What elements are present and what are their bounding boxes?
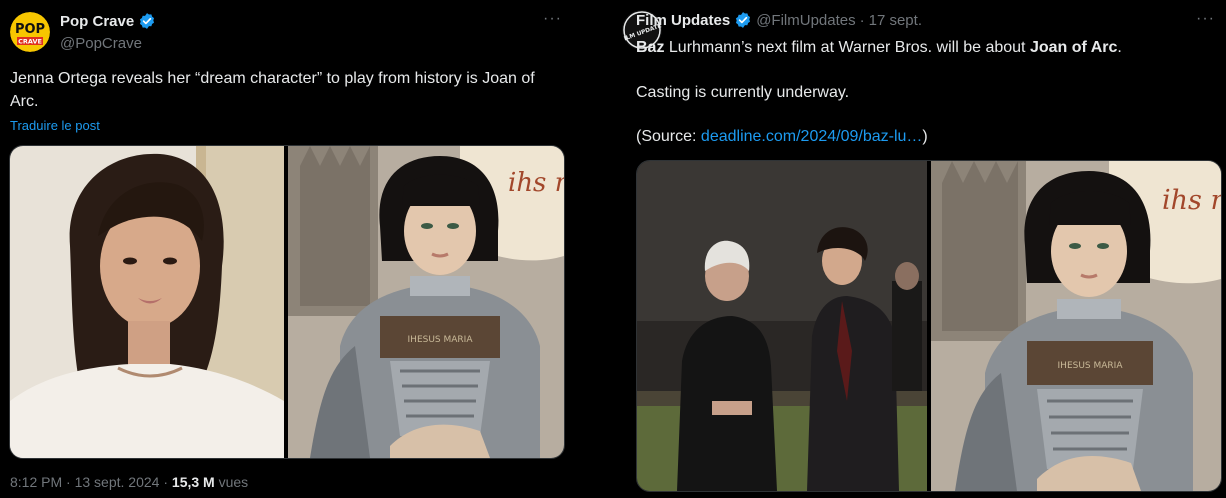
text-segment: ) [922, 128, 928, 145]
media-grid[interactable]: ihs mrie IHESUS MARIA [9, 145, 565, 459]
verified-badge-icon [138, 12, 156, 30]
handle[interactable]: @PopCrave [60, 35, 142, 52]
display-name[interactable]: Pop Crave [60, 13, 134, 30]
armor-inscription: IHESUS MARIA [1058, 361, 1124, 371]
source-link[interactable]: deadline.com/2024/09/baz-lu… [701, 128, 922, 145]
post-date[interactable]: 17 sept. [869, 12, 922, 29]
avatar-text-bottom: CRAVE [18, 38, 42, 46]
more-dots-icon[interactable]: ··· [543, 10, 562, 28]
pop-crave-avatar[interactable]: POP CRAVE [10, 12, 50, 52]
text-segment: . [1117, 39, 1122, 56]
text-segment: Lurhmann’s next film at Warner Bros. wil… [664, 39, 1030, 56]
bold-topic: Joan of Arc [1029, 39, 1118, 56]
author-row: Film Updates @FilmUpdates · 17 sept. [636, 11, 922, 29]
tweet-text-line-1: Baz Lurhmann’s next film at Warner Bros.… [636, 36, 1216, 59]
author-row: Pop Crave [60, 12, 156, 30]
bold-name: Baz [636, 39, 665, 56]
verified-badge-icon [734, 11, 752, 29]
handle[interactable]: @FilmUpdates [756, 12, 855, 29]
translate-post-link[interactable]: Traduire le post [10, 118, 100, 133]
banner-text: ihs mrie [508, 168, 564, 198]
tweet-text-line-3: (Source: deadline.com/2024/09/baz-lu…) [636, 125, 928, 148]
more-dots-icon[interactable]: ··· [1196, 10, 1215, 28]
post-time[interactable]: 8:12 PM [10, 474, 62, 490]
meta-sep: · [62, 474, 75, 490]
banner-text: ihs mrie [1162, 185, 1221, 216]
views-count: 15,3 M [171, 474, 215, 490]
jenna-ortega-photo[interactable] [10, 146, 284, 458]
tweet-meta: 8:12 PM · 13 sept. 2024 · 15,3 M vues [10, 474, 248, 490]
meta-sep: · [159, 474, 172, 490]
views-label: vues [214, 474, 249, 490]
tweet-pop-crave[interactable]: POP CRAVE Pop Crave @PopCrave ··· Jenna … [0, 0, 572, 498]
armor-inscription: IHESUS MARIA [408, 335, 474, 345]
film-set-photo[interactable] [637, 161, 927, 491]
meta-sep: · [859, 11, 865, 29]
tweet-text: Jenna Ortega reveals her “dream characte… [10, 70, 535, 110]
avatar-text-top: POP [15, 22, 45, 37]
post-date[interactable]: 13 sept. 2024 [75, 474, 160, 490]
joan-of-arc-painting[interactable]: ihs mrie IHESUS MARIA [931, 161, 1221, 491]
text-segment: (Source: [636, 128, 701, 145]
media-grid[interactable]: ihs mrie IHESUS MARIA [636, 160, 1222, 492]
display-name[interactable]: Film Updates [636, 12, 730, 29]
joan-of-arc-painting[interactable]: ihs mrie IHESUS MARIA [288, 146, 564, 458]
tweet-text-line-2: Casting is currently underway. [636, 84, 850, 101]
tweet-film-updates[interactable]: FILM UPDATES Film Updates @FilmUpdates ·… [622, 0, 1226, 498]
